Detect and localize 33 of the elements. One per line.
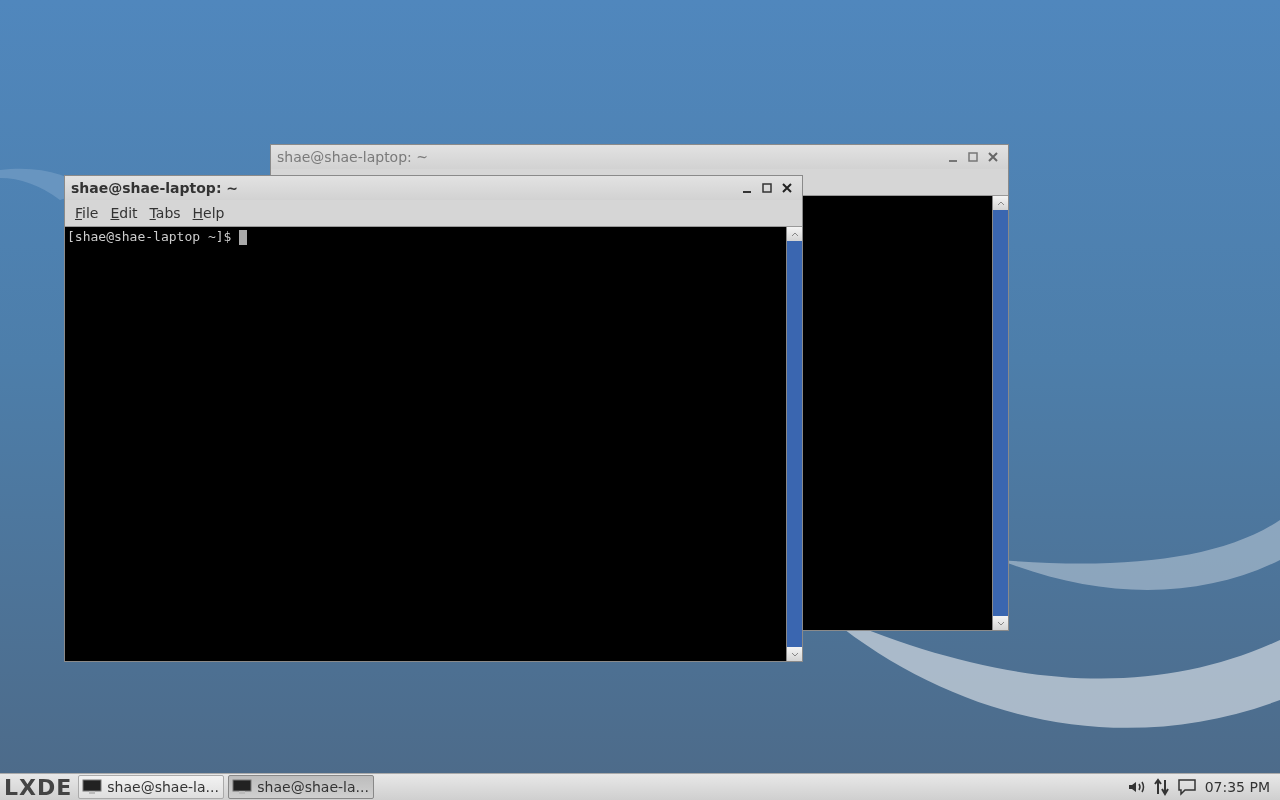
scrollbar[interactable] bbox=[992, 196, 1008, 630]
speech-bubble-icon[interactable] bbox=[1176, 778, 1197, 796]
menu-item[interactable]: File bbox=[69, 203, 105, 223]
text-cursor bbox=[239, 230, 248, 245]
minimize-icon bbox=[743, 191, 751, 193]
menu-item[interactable]: Edit bbox=[104, 203, 144, 223]
scroll-up-button[interactable] bbox=[787, 227, 802, 241]
scrollbar[interactable] bbox=[786, 227, 802, 661]
scroll-down-button[interactable] bbox=[787, 647, 802, 661]
maximize-icon bbox=[762, 183, 772, 193]
taskbar-button[interactable]: shae@shae-la... bbox=[228, 775, 375, 799]
caret-down-icon bbox=[996, 620, 1005, 626]
maximize-icon bbox=[968, 152, 978, 162]
minimize-icon bbox=[949, 160, 957, 162]
shell-prompt: [shae@shae-laptop ~]$ bbox=[67, 229, 233, 244]
scroll-down-button[interactable] bbox=[993, 616, 1008, 630]
logo[interactable]: LXDE bbox=[4, 774, 73, 800]
network-arrows-icon[interactable] bbox=[1152, 778, 1171, 796]
taskbar-button[interactable]: shae@shae-la... bbox=[78, 775, 225, 799]
monitor-icon bbox=[232, 779, 253, 795]
volume-icon[interactable] bbox=[1126, 779, 1147, 795]
monitor-icon bbox=[82, 779, 103, 795]
window-title: shae@shae-laptop: ~ bbox=[71, 180, 240, 196]
menu-item[interactable]: Tabs bbox=[143, 203, 187, 223]
scroll-up-button[interactable] bbox=[993, 196, 1008, 210]
menu-item[interactable]: Help bbox=[186, 203, 231, 223]
close-icon bbox=[988, 152, 998, 162]
window-title: shae@shae-laptop: ~ bbox=[277, 149, 429, 165]
close-icon bbox=[782, 183, 792, 193]
clock[interactable]: 07:35 PM bbox=[1204, 779, 1270, 795]
caret-up-icon bbox=[996, 200, 1005, 206]
caret-up-icon bbox=[790, 231, 799, 237]
caret-down-icon bbox=[790, 651, 799, 657]
